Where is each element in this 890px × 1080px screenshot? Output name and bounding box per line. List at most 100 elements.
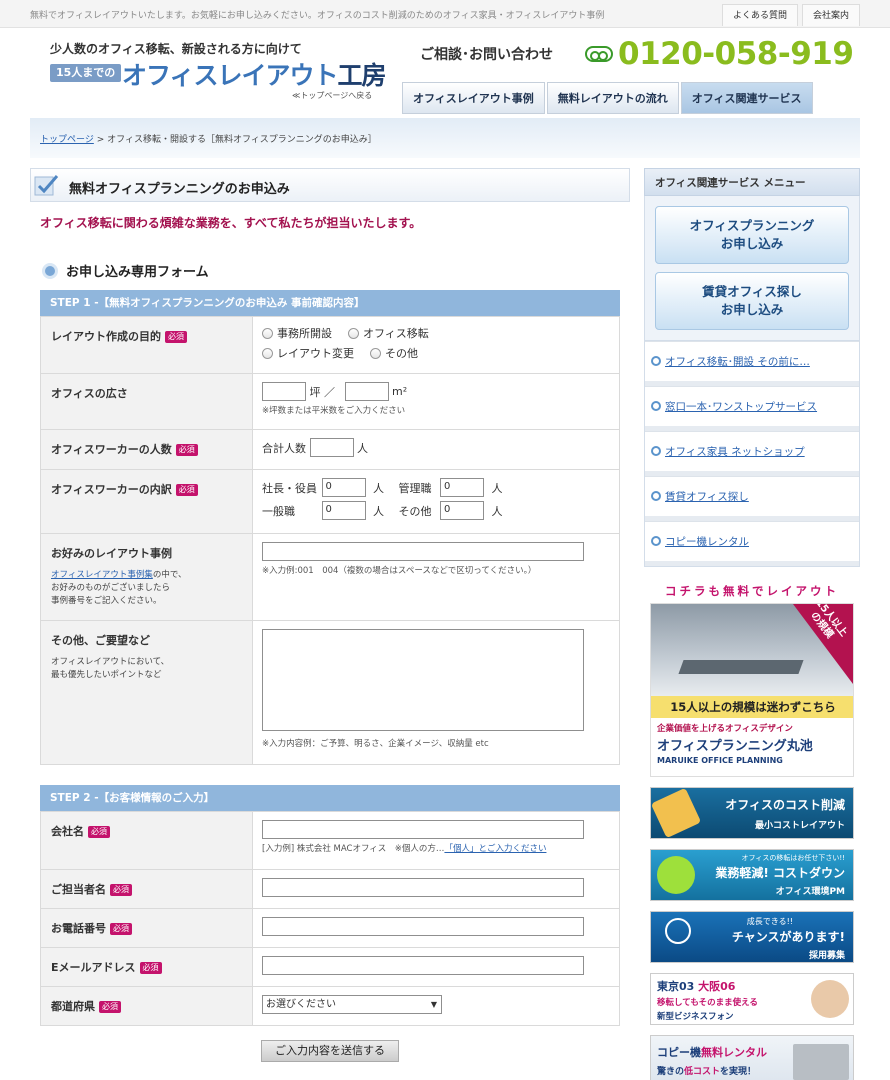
table-row: 会社名 必須 [入力例] 株式会社 MACオフィス ※個人の方…「個人」とご入力く…	[40, 810, 620, 870]
submit-button[interactable]: ご入力内容を送信する	[261, 1039, 399, 1062]
radio-icon[interactable]	[370, 347, 381, 359]
table-row: 都道府県 必須 お選びください	[40, 985, 620, 1026]
sidebar-item-furniture-shop[interactable]: オフィス家具 ネットショップ	[645, 431, 859, 476]
breakdown-general-input[interactable]: 0	[321, 501, 366, 520]
size-label: オフィスの広さ	[51, 387, 128, 400]
radio-icon[interactable]	[262, 347, 273, 359]
breakdown-manager-label: 管理職	[398, 481, 432, 495]
circle-bullet-icon	[651, 491, 661, 501]
logo-tail-text: 工房	[337, 61, 387, 90]
business-phone-banner[interactable]: 東京03 大阪06 移転してもそのまま使える 新型ビジネスフォン	[650, 973, 854, 1025]
site-header: 少人数のオフィス移転、新設される方に向けて 15人までの オフィスレイアウト工房…	[30, 28, 860, 116]
page-title: 無料オフィスプランニングのお申込み	[69, 182, 290, 197]
size-tsubo-input[interactable]	[262, 382, 306, 401]
pref-layout-note: ※入力例:001 004（複数の場合はスペースなどで区切ってください。）	[262, 566, 537, 576]
breadcrumb: トップページ > オフィス移転・開設する［無料オフィスプランニングのお申込み］	[30, 118, 860, 158]
workers-total-input[interactable]	[309, 438, 354, 457]
radio-office-open[interactable]: 事務所開設	[262, 325, 332, 341]
step2-table: 会社名必須 [入力例] 株式会社 MACオフィス ※個人の方…「個人」とご入力く…	[40, 810, 620, 1026]
required-badge: 必須	[110, 922, 132, 935]
person-label: ご担当者名	[51, 882, 106, 896]
individual-note-link[interactable]: 「個人」とご入力ください	[444, 844, 546, 854]
radio-layout-change[interactable]: レイアウト変更	[262, 345, 354, 361]
company-label: 会社名	[51, 824, 84, 838]
radio-icon[interactable]	[262, 327, 273, 339]
person-input[interactable]	[262, 877, 584, 897]
page-title-box: 無料オフィスプランニングのお申込み	[30, 168, 630, 202]
breakdown-exec-input[interactable]: 0	[321, 478, 366, 497]
contact-label: ご相談･お問い合わせ	[420, 47, 553, 63]
sidebar-item-before-move[interactable]: オフィス移転･開設 その前に…	[645, 341, 859, 386]
step2-section: STEP 2 -【お客様情報のご入力】 会社名 必須 [入力例] 株式会社 MAC…	[40, 784, 620, 1062]
workers-prefix: 合計人数	[262, 441, 306, 455]
radio-office-move[interactable]: オフィス移転	[348, 325, 429, 341]
header-subtitle: 少人数のオフィス移転、新設される方に向けて	[50, 42, 302, 56]
email-input[interactable]	[262, 955, 584, 975]
step1-bar: STEP 1 -【無料オフィスプランニングのお申込み 事前確認内容】	[40, 290, 620, 316]
radio-icon[interactable]	[348, 327, 359, 339]
recruitment-banner[interactable]: 成長できる!! チャンスがあります! 採用募集	[650, 911, 854, 963]
nav-free-layout-flow[interactable]: 無料レイアウトの流れ	[546, 82, 679, 114]
size-unit-tsubo: 坪 ／	[309, 385, 336, 399]
top-links: よくある質問 会社案内	[721, 4, 860, 26]
sidebar-item-rental-office[interactable]: 賃貸オフィス探し	[645, 476, 859, 521]
radio-other[interactable]: その他	[370, 345, 418, 361]
nav-layout-examples[interactable]: オフィスレイアウト事例	[402, 82, 545, 114]
operator-icon	[811, 980, 849, 1018]
form-heading: お申し込み専用フォーム	[42, 261, 630, 280]
layout-examples-link[interactable]: オフィスレイアウト事例集	[51, 570, 153, 580]
office-floorplan-icon	[651, 788, 702, 838]
sidebar-item-copier-rental[interactable]: コピー機レンタル	[645, 521, 859, 566]
breakdown-manager-input[interactable]: 0	[440, 478, 484, 497]
table-row: Eメールアドレス 必須	[40, 946, 620, 987]
breadcrumb-separator: >	[96, 135, 105, 145]
tel-label: お電話番号	[51, 921, 106, 935]
office-planning-apply-button[interactable]: オフィスプランニング お申し込み	[655, 206, 849, 264]
circle-bullet-icon	[651, 356, 661, 366]
sidebar-links: オフィス移転･開設 その前に… 窓口一本･ワンストップサービス オフィス家具 ネ…	[644, 341, 860, 567]
size-m2-input[interactable]	[344, 382, 389, 401]
circle-bullet-icon	[651, 536, 661, 546]
breakdown-other-input[interactable]: 0	[440, 501, 484, 520]
free-layout-label: コチラも無料でレイアウト	[665, 584, 839, 598]
copier-rental-banner[interactable]: コピー機無料レンタル 驚きの低コストを実現！	[650, 1035, 854, 1080]
required-badge: 必須	[99, 1000, 121, 1013]
pref-layout-input[interactable]	[262, 542, 584, 561]
back-to-top-link[interactable]: ≪トップページへ戻る	[292, 90, 372, 101]
site-logo[interactable]: オフィスレイアウト工房	[122, 56, 387, 92]
cost-reduction-banner[interactable]: オフィスのコスト削減 最小コストレイアウト	[650, 787, 854, 839]
required-badge: 必須	[139, 961, 162, 974]
sidebar: オフィス関連サービス メニュー オフィスプランニング お申し込み 賃貸オフィス探し…	[644, 168, 860, 1080]
circle-bullet-icon	[651, 401, 661, 411]
table-row: オフィスワーカーの人数 必須 合計人数 人	[40, 429, 620, 470]
pref-layout-label: お好みのレイアウト事例	[51, 547, 172, 560]
step1-section: STEP 1 -【無料オフィスプランニングのお申込み 事前確認内容】 レイアウト…	[40, 290, 620, 765]
sidebar-item-one-stop[interactable]: 窓口一本･ワンストップサービス	[645, 386, 859, 431]
copier-icon	[793, 1044, 849, 1080]
sidebar-heading: オフィス関連サービス メニュー	[644, 168, 860, 196]
company-link[interactable]: 会社案内	[801, 4, 860, 26]
maruike-planning-banner[interactable]: 15人以上の規模 15人以上の規模は迷わずこちら 企業価値を上げるオフィスデザイ…	[650, 603, 854, 777]
company-note: [入力例] 株式会社 MACオフィス ※個人の方…	[262, 843, 445, 854]
faq-link[interactable]: よくある質問	[721, 4, 798, 26]
office-pm-banner[interactable]: オフィスの移転はお任せ下さい!! 業務軽減! コストダウン オフィス環境PM	[650, 849, 854, 901]
required-badge: 必須	[175, 444, 198, 456]
other-requests-label: その他、ご要望など	[51, 633, 150, 647]
prefecture-select[interactable]: お選びください	[262, 994, 442, 1014]
size-unit-m2: m²	[392, 385, 408, 398]
table-row: その他、ご要望など オフィスレイアウトにおいて、 最も優先したいポイントなど ※入…	[40, 619, 620, 765]
phone-number[interactable]: 0120-058-919	[618, 36, 854, 72]
freedial-icon	[585, 46, 613, 62]
person-jump-icon	[665, 918, 691, 944]
company-input[interactable]	[262, 819, 584, 839]
breadcrumb-home-link[interactable]: トップページ	[40, 135, 94, 145]
global-nav: オフィスレイアウト事例 無料レイアウトの流れ オフィス関連サービス	[402, 82, 813, 114]
rental-office-apply-button[interactable]: 賃貸オフィス探し お申し込み	[655, 272, 849, 330]
workers-label: オフィスワーカーの人数	[51, 443, 172, 456]
tel-input[interactable]	[262, 916, 584, 936]
table-row: お好みのレイアウト事例 オフィスレイアウト事例集の中で、 お好みのものがございまし…	[40, 533, 620, 621]
form-heading-text: お申し込み専用フォーム	[66, 265, 209, 280]
nav-office-services[interactable]: オフィス関連サービス	[680, 82, 813, 114]
table-row: オフィスの広さ 坪 ／ m² ※坪数または平米数をご入力ください	[40, 373, 620, 430]
other-requests-textarea[interactable]	[262, 628, 584, 731]
